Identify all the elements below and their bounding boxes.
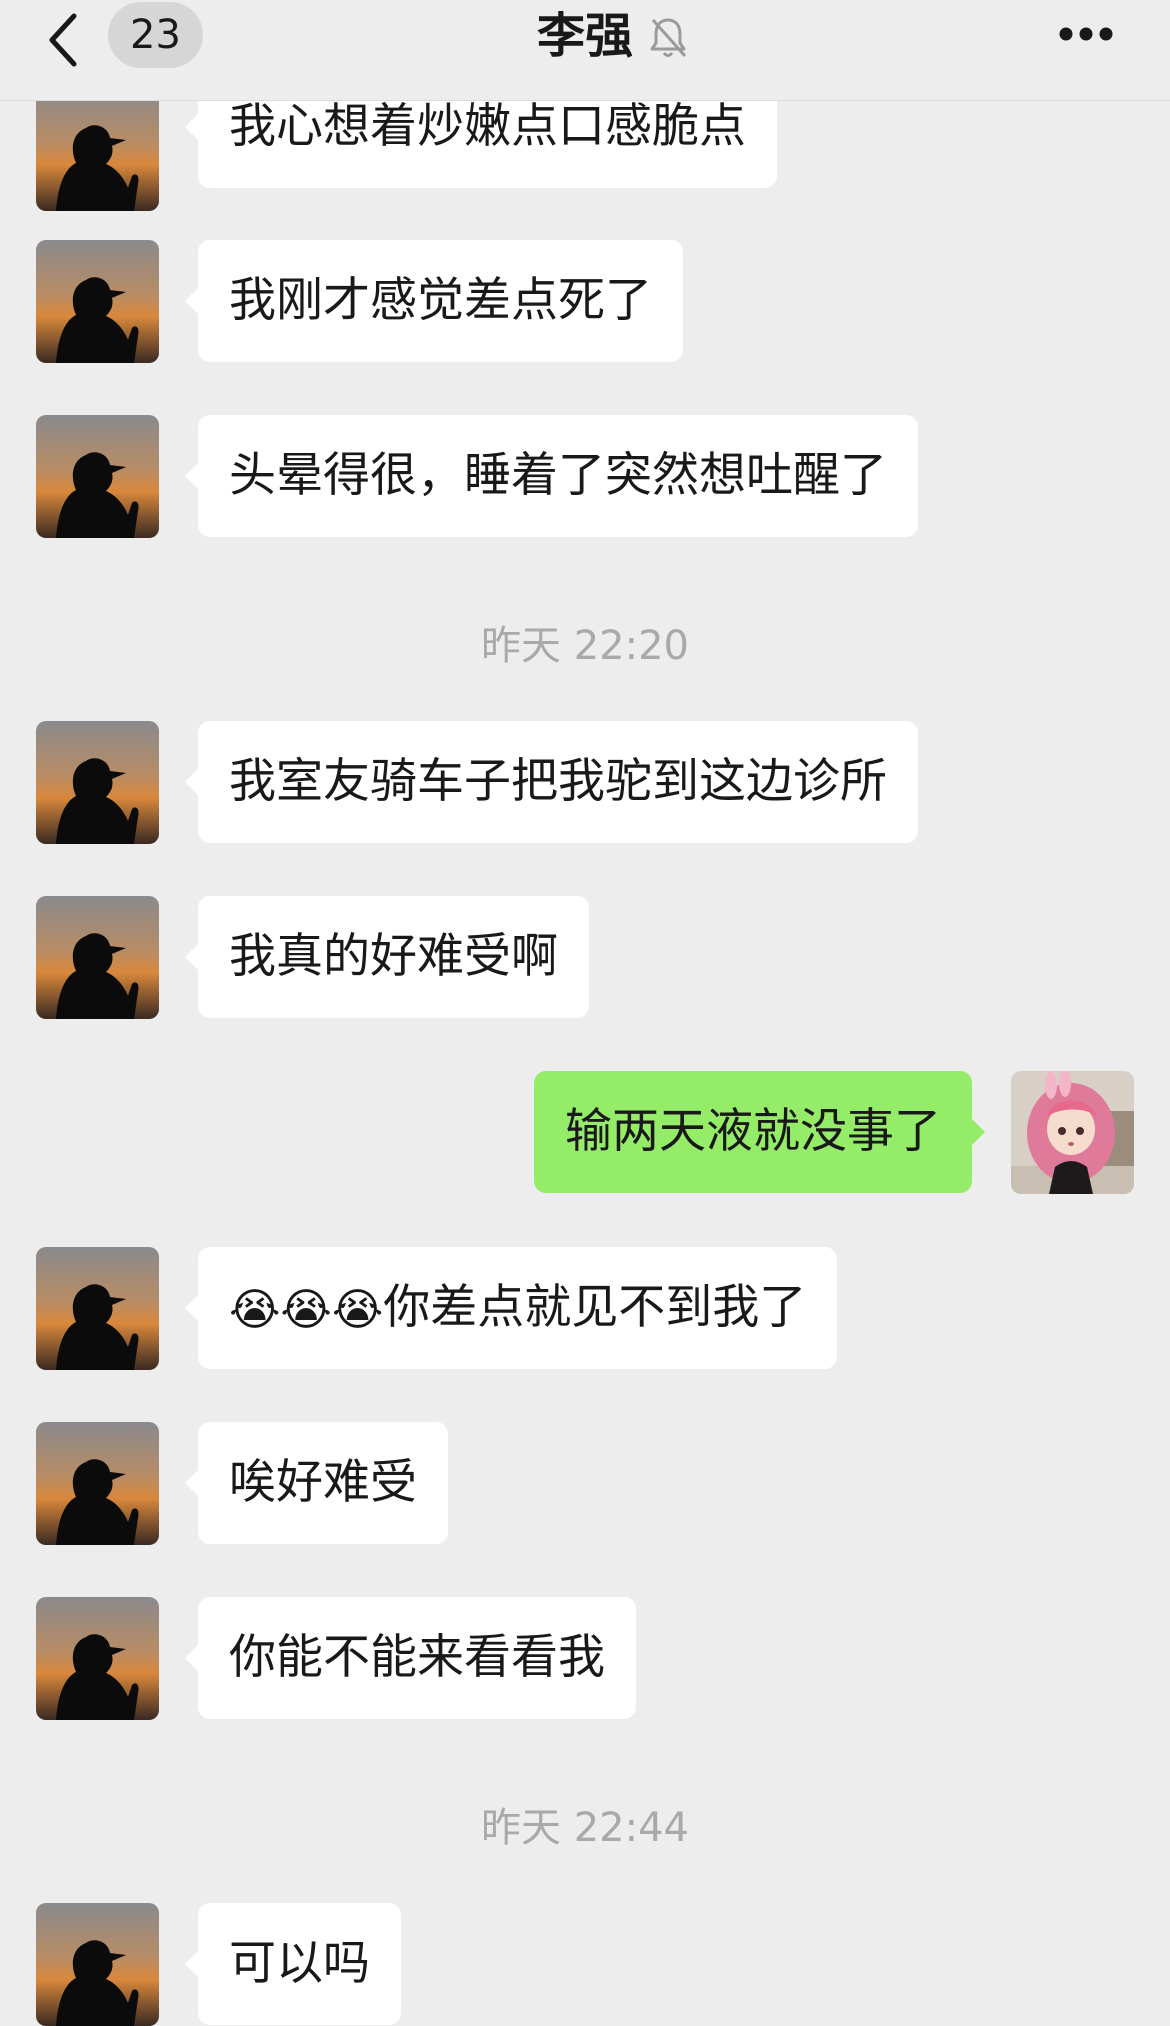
more-options-button[interactable]	[1058, 26, 1114, 42]
chat-timestamp: 昨天 22:20	[481, 623, 689, 669]
peer-avatar[interactable]	[36, 240, 159, 363]
incoming-message-bubble[interactable]: 我室友骑车子把我驼到这边诊所	[185, 721, 918, 843]
crying-emoji: 😭😭😭	[229, 1284, 384, 1336]
peer-avatar[interactable]	[36, 1597, 159, 1720]
incoming-message-bubble[interactable]: 😭😭😭你差点就见不到我了	[184, 1247, 838, 1369]
peer-avatar[interactable]	[36, 721, 159, 844]
incoming-message-bubble[interactable]: 可以吗	[185, 1903, 401, 2025]
peer-avatar[interactable]	[36, 1422, 159, 1545]
peer-avatar[interactable]	[36, 1247, 159, 1370]
chat-scroll-area[interactable]: 我心想着炒嫩点口感脆点 23 李强 我刚才感觉差点死了 头晕得很，睡着了突然想吐…	[0, 0, 1170, 2026]
incoming-message-bubble[interactable]: 你能不能来看看我	[185, 1597, 636, 1719]
incoming-message-bubble[interactable]: 我真的好难受啊	[185, 896, 589, 1018]
self-avatar[interactable]	[1011, 1071, 1134, 1194]
peer-avatar[interactable]	[36, 88, 159, 211]
ellipsis-icon	[1059, 27, 1113, 41]
peer-avatar[interactable]	[36, 896, 159, 1019]
incoming-message-bubble[interactable]: 唉好难受	[185, 1422, 448, 1544]
chat-title: 李强	[536, 8, 633, 64]
bell-slash-icon	[650, 18, 687, 57]
outgoing-message-bubble[interactable]: 输两天液就没事了	[534, 1071, 985, 1193]
chat-timestamp: 昨天 22:44	[481, 1805, 689, 1851]
incoming-message-bubble[interactable]: 我刚才感觉差点死了	[185, 240, 683, 362]
peer-avatar[interactable]	[36, 415, 159, 538]
chat-header: 23 李强	[0, 0, 1170, 101]
peer-avatar[interactable]	[36, 1903, 159, 2026]
incoming-message-bubble[interactable]: 头晕得很，睡着了突然想吐醒了	[185, 415, 918, 537]
